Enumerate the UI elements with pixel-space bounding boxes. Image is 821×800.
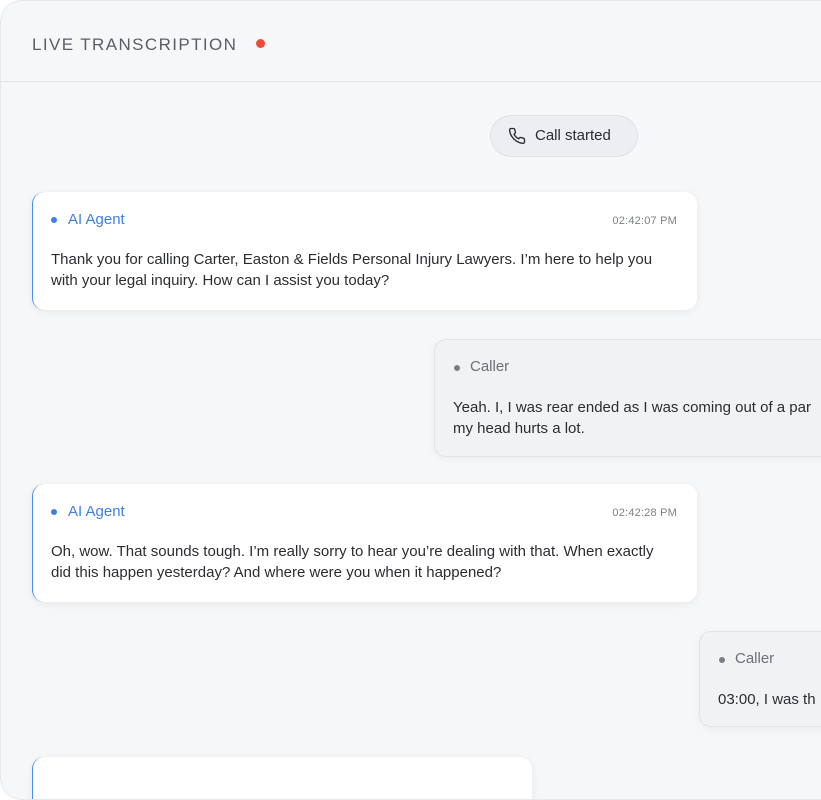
message-text: Thank you for calling Carter, Easton & F… [51,251,653,289]
transcription-panel: LIVE TRANSCRIPTION Call started AI Agent… [0,0,821,800]
message-timestamp: 02:42:07 PM [612,215,677,227]
agent-dot [51,217,57,223]
call-started-label: Call started [535,127,611,144]
message-bubble-agent-partial [32,757,532,799]
message-text-line: my head hurts a lot. [453,420,585,437]
speaker-label: Caller [735,650,775,667]
message-bubble-caller: Caller Yeah. I, I was rear ended as I wa… [434,339,821,457]
caller-dot [454,365,460,371]
message-bubble-agent: AI Agent 02:42:07 PM Thank you for calli… [32,192,697,310]
agent-dot [51,509,57,515]
message-timestamp: 02:42:28 PM [612,507,677,519]
message-text-line: Yeah. I, I was rear ended as I was comin… [453,399,811,416]
caller-dot [719,657,725,663]
call-started-event: Call started [490,115,638,157]
phone-icon [508,127,526,145]
message-text-line: 03:00, I was th [718,691,816,708]
message-bubble-agent: AI Agent 02:42:28 PM Oh, wow. That sound… [32,484,697,602]
transcription-header: LIVE TRANSCRIPTION [1,1,821,82]
message-bubble-caller: Caller 03:00, I was th [699,631,821,727]
speaker-label: Caller [470,358,510,375]
live-indicator-dot [256,39,265,48]
header-title: LIVE TRANSCRIPTION [32,35,238,54]
speaker-label: AI Agent [68,211,125,228]
speaker-label: AI Agent [68,503,125,520]
message-text: Oh, wow. That sounds tough. I’m really s… [51,543,654,581]
